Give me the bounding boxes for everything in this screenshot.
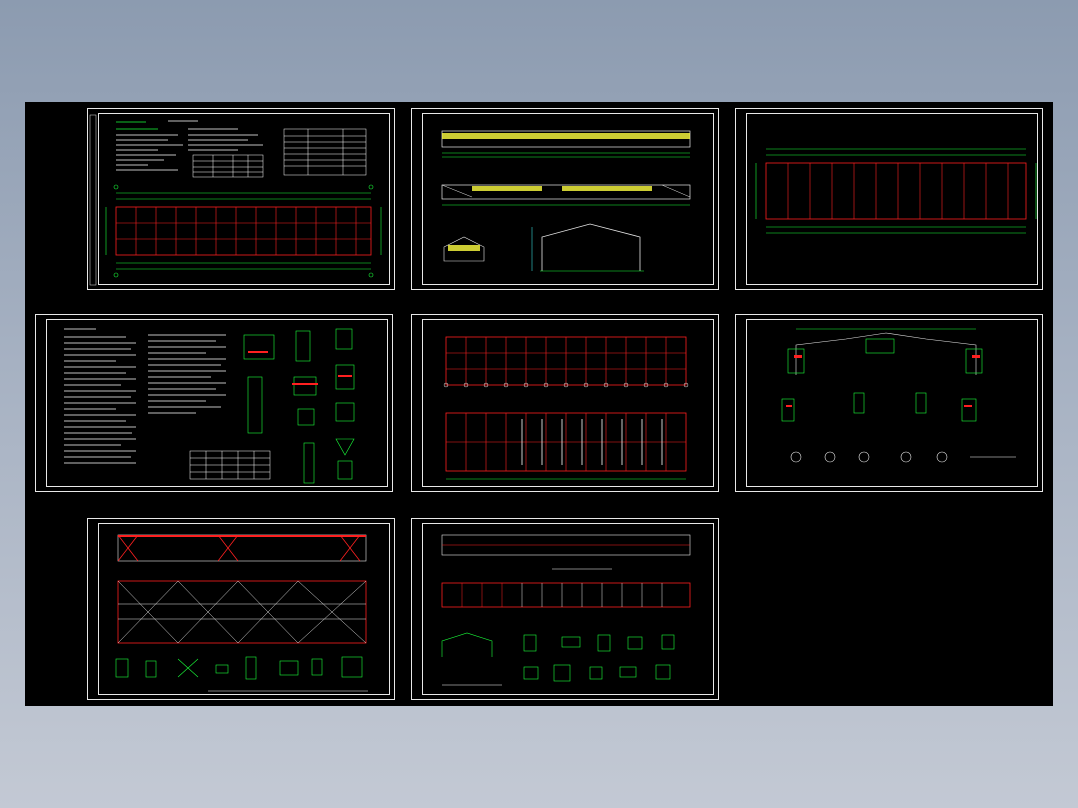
sheet-5-drawing — [443, 336, 689, 480]
drawing-sheet-1[interactable] — [87, 108, 395, 290]
cross-section — [531, 223, 644, 272]
sheet-2-drawing — [441, 130, 691, 272]
roof-bracing-plan — [117, 534, 367, 562]
end-elevation — [443, 236, 485, 262]
design-notes-text — [64, 328, 226, 464]
purlin-plan-top — [441, 534, 691, 570]
frame-joints — [781, 338, 983, 422]
bolt-details — [790, 451, 948, 463]
sheet-8-drawing — [441, 534, 691, 686]
sheet-4-drawing — [64, 328, 355, 484]
roof-plan — [755, 148, 1037, 234]
purlin-plan-bottom — [441, 582, 691, 608]
side-elevation — [441, 184, 691, 206]
sheet-3-drawing — [755, 148, 1037, 234]
bracing-details — [115, 656, 363, 680]
drawing-sheet-7[interactable] — [87, 518, 395, 700]
material-table — [192, 128, 367, 178]
purlin-details — [441, 632, 675, 682]
sheet-1-drawing — [89, 114, 382, 286]
sheet-6-drawing — [781, 328, 1016, 463]
drawing-sheet-2[interactable] — [411, 108, 719, 290]
drawing-sheet-6[interactable] — [735, 314, 1043, 492]
lower-plan — [445, 412, 687, 480]
drawing-sheet-4[interactable] — [35, 314, 393, 492]
portal-frame-elevation — [795, 328, 977, 375]
drawing-canvas[interactable] — [25, 102, 1053, 706]
general-notes-text — [116, 120, 263, 171]
detail-table — [189, 450, 271, 480]
drawing-sheet-5[interactable] — [411, 314, 719, 492]
drawing-sheet-8[interactable] — [411, 518, 719, 700]
sheet-7-drawing — [115, 534, 368, 692]
front-elevation — [441, 130, 691, 158]
drawing-sheet-3[interactable] — [735, 108, 1043, 290]
foundation-plan — [105, 184, 382, 278]
upper-plan — [443, 336, 689, 388]
wall-bracing-plan — [117, 580, 367, 644]
